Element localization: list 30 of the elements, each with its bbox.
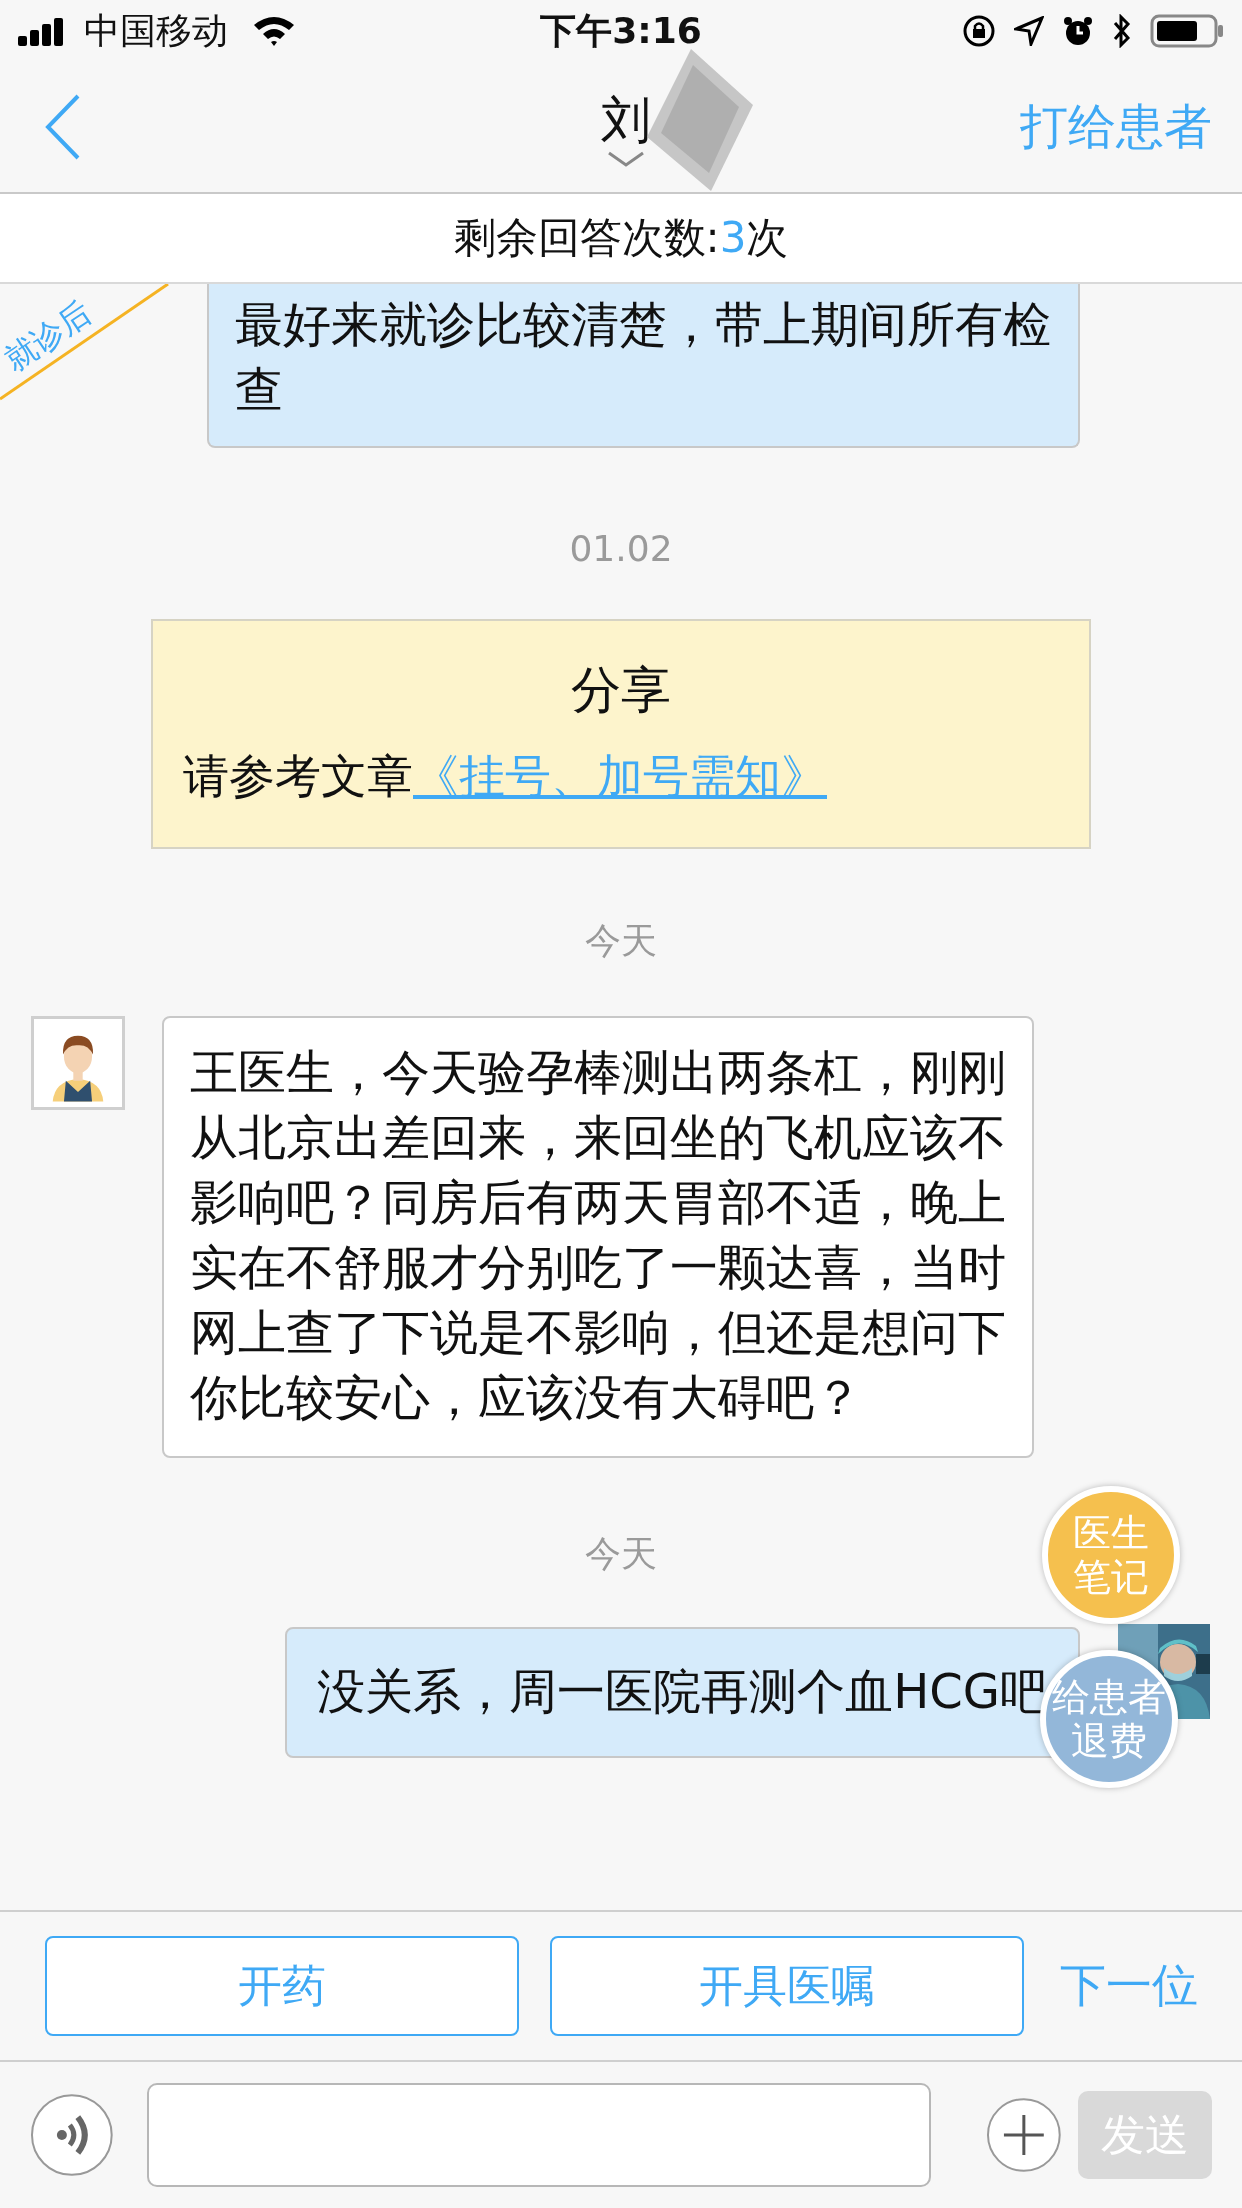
alarm-icon [1062, 15, 1094, 47]
date-label: 01.02 [569, 528, 673, 569]
location-icon [1014, 16, 1044, 46]
rotation-lock-icon [962, 14, 996, 48]
patient-name: 刘 [601, 89, 651, 151]
message-input[interactable] [146, 2083, 931, 2187]
floating-action-button[interactable]: 医生笔记 [1042, 1486, 1180, 1624]
next-patient-link[interactable]: 下一位 [1055, 1955, 1198, 2017]
shared-article-card[interactable]: 分享 请参考文章《挂号、加号需知》 [151, 619, 1091, 849]
bluetooth-icon [1112, 14, 1132, 48]
voice-input-icon[interactable] [30, 2093, 114, 2177]
card-text: 请参考文章 [183, 748, 413, 805]
message-bubble: 王医生，今天验孕棒测出两条杠，刚刚从北京出差回来，来回坐的飞机应该不影响吧？同房后有两天胃部不适，晚上实在不舒服才分别吃了一颗达喜，当时网上查了下说是不影响，但还是想问下你比较安心，应该没有大碍吧？ [162, 1016, 1034, 1458]
action-button[interactable]: 开药 [45, 1936, 519, 2036]
remaining-answers-label: 剩余回答次数:3次 [453, 212, 789, 264]
plus-icon[interactable] [985, 2097, 1062, 2173]
message-bubble: 最好来就诊比较清楚，带上期间所有检查 [207, 284, 1080, 448]
patient-avatar[interactable] [31, 1016, 125, 1110]
chevron-down-icon[interactable] [606, 149, 646, 168]
call-patient-button[interactable]: 打给患者 [1020, 95, 1212, 159]
wifi-icon [252, 15, 296, 47]
action-button[interactable]: 开具医嘱 [550, 1936, 1024, 2036]
battery-icon [1150, 14, 1224, 48]
date-label: 今天 [585, 1532, 657, 1576]
card-title: 分享 [571, 660, 671, 721]
article-link[interactable]: 《挂号、加号需知》 [413, 746, 827, 808]
date-label: 今天 [585, 919, 657, 963]
clock-time: 下午3:16 [539, 8, 703, 53]
carrier-name: 中国移动 [84, 8, 228, 53]
status-ribbon-label: 就诊后 [0, 293, 99, 379]
